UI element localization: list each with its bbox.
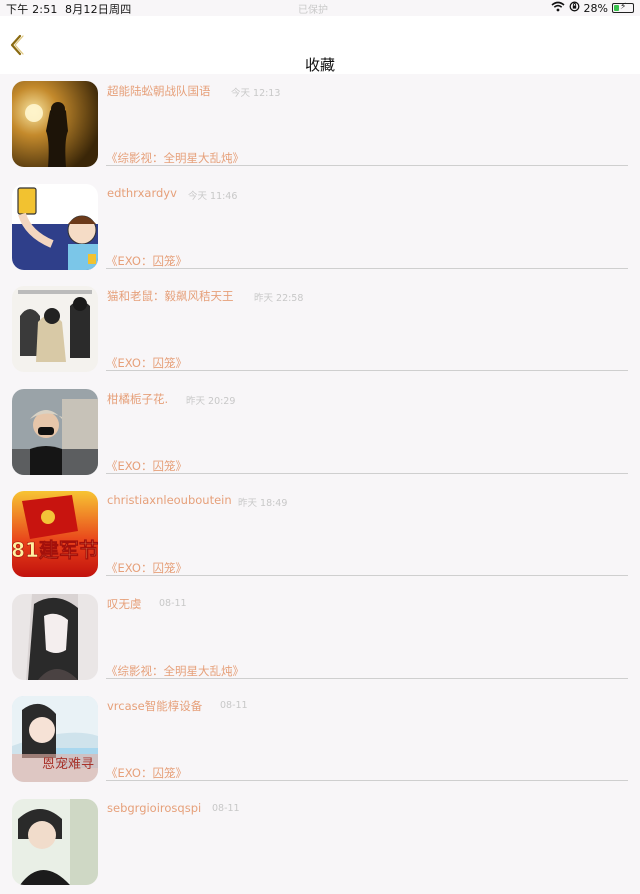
divider xyxy=(106,268,628,269)
charging-bolt-icon: ⚡ xyxy=(620,2,626,12)
item-username: 柑橘栀子花. xyxy=(107,391,168,407)
battery-fill xyxy=(614,5,619,11)
status-bar: 下午 2:51 8月12日周四 已保护 28% ⚡ xyxy=(0,0,640,16)
item-time: 08-11 xyxy=(220,700,248,711)
list-item[interactable]: 叹无虞 08-11 《综影视：全明星大乱炖》 xyxy=(0,587,640,690)
orientation-lock-icon xyxy=(569,1,580,15)
battery-icon: ⚡ xyxy=(612,3,634,13)
avatar-text: 81建军节 xyxy=(12,538,98,562)
list-item[interactable]: 81建军节 christiaxnleouboutein 昨天 18:49 《EX… xyxy=(0,484,640,587)
list-item[interactable]: sebgrgioirosqspi 08-11 xyxy=(0,792,640,894)
list-item[interactable]: edthrxardyv 今天 11:46 《EXO：囚笼》 xyxy=(0,177,640,280)
item-username: 叹无虞 xyxy=(107,596,142,612)
avatar[interactable] xyxy=(12,594,98,680)
divider xyxy=(106,473,628,474)
item-time: 今天 11:46 xyxy=(188,188,237,202)
item-username: vrcase智能椁设备 xyxy=(107,698,202,714)
item-username: sebgrgioirosqspi xyxy=(107,801,201,815)
item-source[interactable]: 《综影视：全明星大乱炖》 xyxy=(106,150,244,166)
status-right: 28% ⚡ xyxy=(551,1,634,15)
item-time: 昨天 18:49 xyxy=(238,495,287,509)
divider xyxy=(106,165,628,166)
avatar[interactable]: 恩宠难寻 xyxy=(12,696,98,782)
item-source[interactable]: 《EXO：囚笼》 xyxy=(106,765,187,781)
item-username: christiaxnleouboutein xyxy=(107,493,232,507)
avatar[interactable]: 81建军节 xyxy=(12,491,98,577)
item-time: 08-11 xyxy=(212,803,240,814)
status-center-label: 已保护 xyxy=(298,1,328,16)
item-source[interactable]: 《EXO：囚笼》 xyxy=(106,560,187,576)
list-item[interactable]: 猫和老鼠：毅飙风秸天王 昨天 22:58 《EXO：囚笼》 xyxy=(0,279,640,382)
status-time: 下午 2:51 xyxy=(6,3,58,16)
page-title: 收藏 xyxy=(0,54,640,75)
item-time: 08-11 xyxy=(159,598,187,609)
list-item[interactable]: 恩宠难寻 vrcase智能椁设备 08-11 《EXO：囚笼》 xyxy=(0,689,640,792)
avatar[interactable] xyxy=(12,799,98,885)
divider xyxy=(106,780,628,781)
list-item[interactable]: 柑橘栀子花. 昨天 20:29 《EXO：囚笼》 xyxy=(0,382,640,485)
navigation-bar: 收藏 xyxy=(0,16,640,74)
item-source[interactable]: 《EXO：囚笼》 xyxy=(106,253,187,269)
avatar[interactable] xyxy=(12,184,98,270)
divider xyxy=(106,678,628,679)
item-source[interactable]: 《综影视：全明星大乱炖》 xyxy=(106,663,244,679)
status-date: 8月12日周四 xyxy=(65,3,131,16)
item-source[interactable]: 《EXO：囚笼》 xyxy=(106,355,187,371)
item-username: edthrxardyv xyxy=(107,186,177,200)
item-time: 昨天 22:58 xyxy=(254,290,303,304)
divider xyxy=(106,370,628,371)
avatar[interactable] xyxy=(12,81,98,167)
item-time: 昨天 20:29 xyxy=(186,393,235,407)
battery-percent: 28% xyxy=(584,2,608,15)
favorites-list: 超能陆蚣朝战队国语 今天 12:13 《综影视：全明星大乱炖》 edthrxar… xyxy=(0,74,640,894)
item-username: 超能陆蚣朝战队国语 xyxy=(107,83,211,99)
avatar[interactable] xyxy=(12,286,98,372)
item-time: 今天 12:13 xyxy=(231,85,280,99)
wifi-icon xyxy=(551,1,565,15)
item-username: 猫和老鼠：毅飙风秸天王 xyxy=(107,288,234,304)
list-item[interactable]: 超能陆蚣朝战队国语 今天 12:13 《综影视：全明星大乱炖》 xyxy=(0,74,640,177)
avatar[interactable] xyxy=(12,389,98,475)
item-source[interactable]: 《EXO：囚笼》 xyxy=(106,458,187,474)
status-time-date: 下午 2:51 8月12日周四 xyxy=(6,1,131,17)
divider xyxy=(106,575,628,576)
avatar-text: 恩宠难寻 xyxy=(42,756,94,772)
